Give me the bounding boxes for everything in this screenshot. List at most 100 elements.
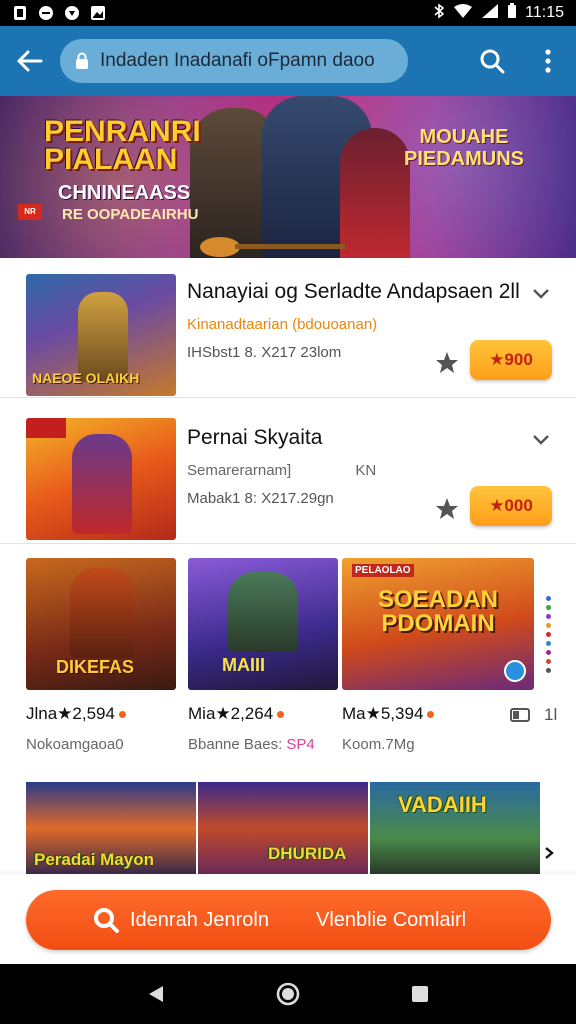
guitar-graphic [200, 237, 345, 257]
overflow-menu-button[interactable] [520, 26, 576, 96]
battery-icon [507, 2, 517, 24]
color-swatch-indicator [546, 596, 551, 673]
swatch-dot [546, 605, 551, 610]
list-item[interactable]: NAEOE OLAIKH Nanayiai og Serladte Andaps… [0, 258, 576, 398]
nav-home-button[interactable] [268, 974, 308, 1014]
back-button[interactable] [0, 26, 60, 96]
star-icon [436, 352, 458, 373]
grid-card[interactable]: MAIII Mia★2,264 Bbanne Baes: SP4 [188, 558, 338, 753]
grid-card-rating-text: Jlna★2,594 [26, 704, 115, 723]
swatch-dot [546, 614, 551, 619]
price-button[interactable]: ★000 [470, 486, 552, 526]
banner-title: PENRANRI PIALAAN [44, 115, 201, 176]
thumbnail-character [70, 568, 134, 658]
search-icon [94, 908, 119, 933]
thumbnail-tag [26, 418, 66, 438]
cta-button[interactable]: Idenrah Jenroln Vlenblie Comlairl [26, 890, 551, 950]
game-thumbnail[interactable] [26, 418, 176, 540]
cta-right-section[interactable]: Vlenblie Comlairl [316, 909, 466, 932]
banner-tagline: RE OOPADEAIRHU [62, 206, 199, 223]
thumbnail-tag: PELAOLAO [352, 564, 414, 577]
grid-card-rating: Ma★5,394 [342, 704, 534, 724]
banner-subtitle: CHNINEAASS [58, 182, 191, 204]
image-notification-icon [90, 5, 106, 21]
more-vert-icon [545, 49, 551, 73]
grid-thumbnail[interactable]: PELAOLAO SOEADAN PDOMAIN [342, 558, 534, 690]
swatch-dot [546, 623, 551, 628]
swatch-dot [546, 596, 551, 601]
item-subtitle-extra: KN [355, 462, 377, 479]
url-bar[interactable]: Indaden Inadanafi oFpamn daoo [60, 39, 408, 83]
thumbnail-character [72, 434, 132, 534]
url-text: Indaden Inadanafi oFpamn daoo [100, 50, 375, 71]
strip-thumbnail[interactable]: VADAIIH [370, 782, 540, 874]
app-toolbar: Indaden Inadanafi oFpamn daoo [0, 26, 576, 96]
banner-right-text: MOUAHE PIEDAMUNS [404, 126, 525, 170]
grid-card[interactable]: PELAOLAO SOEADAN PDOMAIN Ma★5,394 Koom.7… [342, 558, 534, 753]
promo-banner[interactable]: NR PENRANRI PIALAAN CHNINEAASS RE OOPADE… [0, 96, 576, 258]
grid-card-rating: Mia★2,264 [188, 704, 338, 724]
grid-extra[interactable]: 1l [510, 705, 557, 725]
strip-next-button[interactable] [544, 846, 554, 865]
grid-card-rating-text: Ma★5,394 [342, 704, 424, 723]
home-circle-icon [276, 982, 300, 1006]
shield-notification-icon [64, 5, 80, 21]
lock-notification-icon [12, 5, 28, 21]
price-button[interactable]: ★900 [470, 340, 552, 380]
strip-thumbnail[interactable]: Peradai Mayon [26, 782, 196, 874]
item-subtitle: Semarerarnam] KN [187, 462, 376, 479]
swatch-dot [546, 650, 551, 655]
grid-thumbnail[interactable]: MAIII [188, 558, 338, 690]
strip-thumbnail[interactable]: DHURIDA [198, 782, 368, 874]
game-thumbnail[interactable]: NAEOE OLAIKH [26, 274, 176, 396]
grid-thumbnail[interactable]: DIKEFAS [26, 558, 176, 690]
cta-right-label: Vlenblie Comlairl [316, 908, 467, 931]
status-dot [277, 711, 285, 719]
featured-strip: Peradai Mayon DHURIDA VADAIIH [26, 782, 540, 874]
grid-card-meta-text: Bbanne Baes: [188, 736, 283, 753]
item-subtitle: Kinanadtaarian (bdouoanan) [187, 316, 378, 333]
circle-notification-icon [38, 5, 54, 21]
grid-extra-label: 1l [544, 705, 558, 724]
system-nav-bar [0, 964, 576, 1024]
wifi-icon [453, 3, 473, 24]
chevron-down-icon [533, 289, 549, 299]
strip-caption: VADAIIH [398, 792, 487, 817]
thumbnail-caption: SOEADAN PDOMAIN [377, 586, 498, 637]
thumbnail-caption: DIKEFAS [56, 657, 135, 677]
grid-card-meta: Koom.7Mg [342, 736, 415, 753]
item-subtitle-text: Semarerarnam] [187, 462, 292, 479]
grid-card[interactable]: DIKEFAS Jlna★2,594 Nokoamgaoa0 [26, 558, 176, 753]
grid-card-rating-text: Mia★2,264 [188, 704, 274, 723]
expand-button[interactable] [530, 282, 552, 304]
nav-back-button[interactable] [136, 974, 176, 1014]
favorite-button[interactable] [434, 496, 460, 522]
arrow-left-icon [17, 50, 43, 72]
banner-corner-tag: NR [18, 204, 42, 220]
status-bar: 11:15 [0, 0, 576, 26]
status-dot [427, 711, 435, 719]
thumbnail-character [78, 292, 128, 382]
swatch-dot [546, 659, 551, 664]
cta-left-label: Idenrah Jenroln [130, 908, 269, 931]
nav-recents-button[interactable] [400, 974, 440, 1014]
chevron-right-icon [545, 847, 554, 859]
item-meta: Mabak1 8: X217.29gn [187, 490, 334, 507]
grid-card-meta: Nokoamgaoa0 [26, 736, 124, 753]
expand-button[interactable] [530, 428, 552, 450]
banner-character-3 [340, 128, 410, 258]
favorite-button[interactable] [434, 350, 460, 376]
status-dot [118, 711, 126, 719]
square-recents-icon [412, 986, 428, 1002]
strip-caption: Peradai Mayon [34, 850, 154, 869]
item-title[interactable]: Pernai Skyaita [187, 426, 322, 450]
swatch-dot [546, 641, 551, 646]
lock-icon [76, 52, 88, 69]
search-button[interactable] [464, 26, 520, 96]
list-item[interactable]: Pernai Skyaita Semarerarnam] KN Mabak1 8… [0, 404, 576, 544]
thumbnail-character [228, 572, 298, 652]
notification-icons [12, 5, 106, 21]
play-badge[interactable] [504, 660, 526, 682]
cta-search-section[interactable]: Idenrah Jenroln [26, 906, 316, 934]
item-title[interactable]: Nanayiai og Serladte Andapsaen 2ll [187, 280, 520, 304]
